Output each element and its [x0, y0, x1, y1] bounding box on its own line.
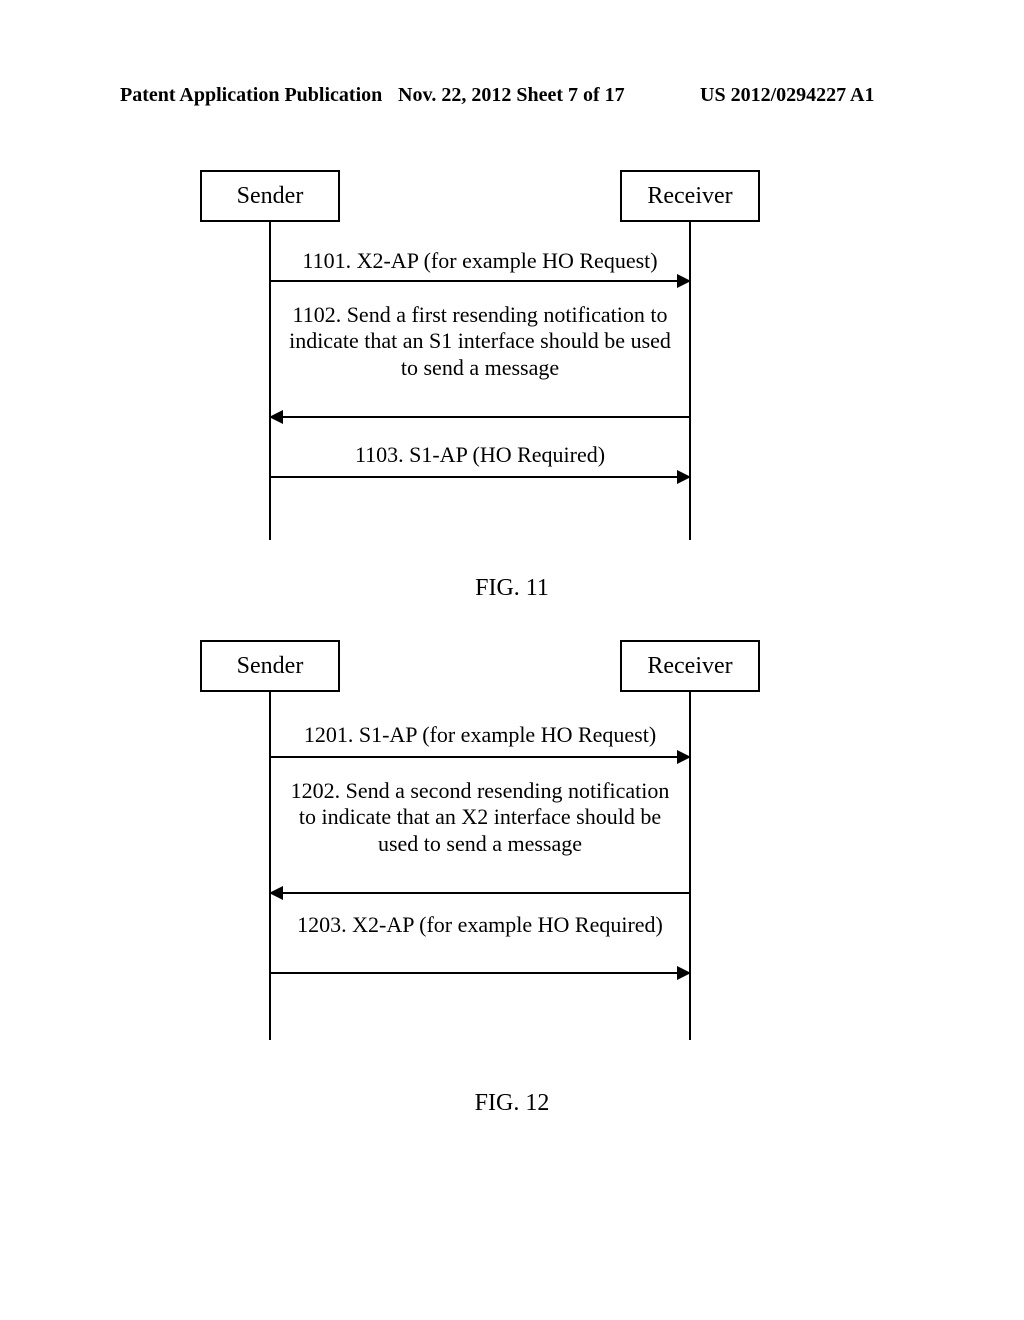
arrow-1101: [270, 280, 690, 282]
arrow-1201: [270, 756, 690, 758]
figure-12-caption: FIG. 12: [0, 1090, 1024, 1117]
message-1102-label: 1102. Send a first resending notificatio…: [270, 302, 690, 381]
arrow-1102: [270, 416, 690, 418]
message-1201-label: 1201. S1-AP (for example HO Request): [270, 722, 690, 748]
sender-label: Sender: [237, 183, 304, 210]
sender-box: Sender: [200, 640, 340, 692]
message-1203-label: 1203. X2-AP (for example HO Required): [270, 912, 690, 938]
sender-box: Sender: [200, 170, 340, 222]
arrow-1103: [270, 476, 690, 478]
message-1103-label: 1103. S1-AP (HO Required): [270, 442, 690, 468]
publication-label: Patent Application Publication: [120, 84, 382, 107]
arrow-1203: [270, 972, 690, 974]
receiver-label: Receiver: [647, 653, 732, 680]
figure-11-caption: FIG. 11: [0, 575, 1024, 602]
date-sheet-label: Nov. 22, 2012 Sheet 7 of 17: [398, 84, 625, 107]
publication-number: US 2012/0294227 A1: [700, 84, 874, 107]
receiver-label: Receiver: [647, 183, 732, 210]
receiver-box: Receiver: [620, 170, 760, 222]
arrow-1202: [270, 892, 690, 894]
message-1101-label: 1101. X2-AP (for example HO Request): [270, 248, 690, 274]
message-1202-label: 1202. Send a second resending notificati…: [270, 778, 690, 857]
sequence-diagram-fig12: Sender Receiver 1201. S1-AP (for example…: [190, 640, 770, 1040]
sequence-diagram-fig11: Sender Receiver 1101. X2-AP (for example…: [190, 170, 770, 540]
sender-label: Sender: [237, 653, 304, 680]
receiver-box: Receiver: [620, 640, 760, 692]
